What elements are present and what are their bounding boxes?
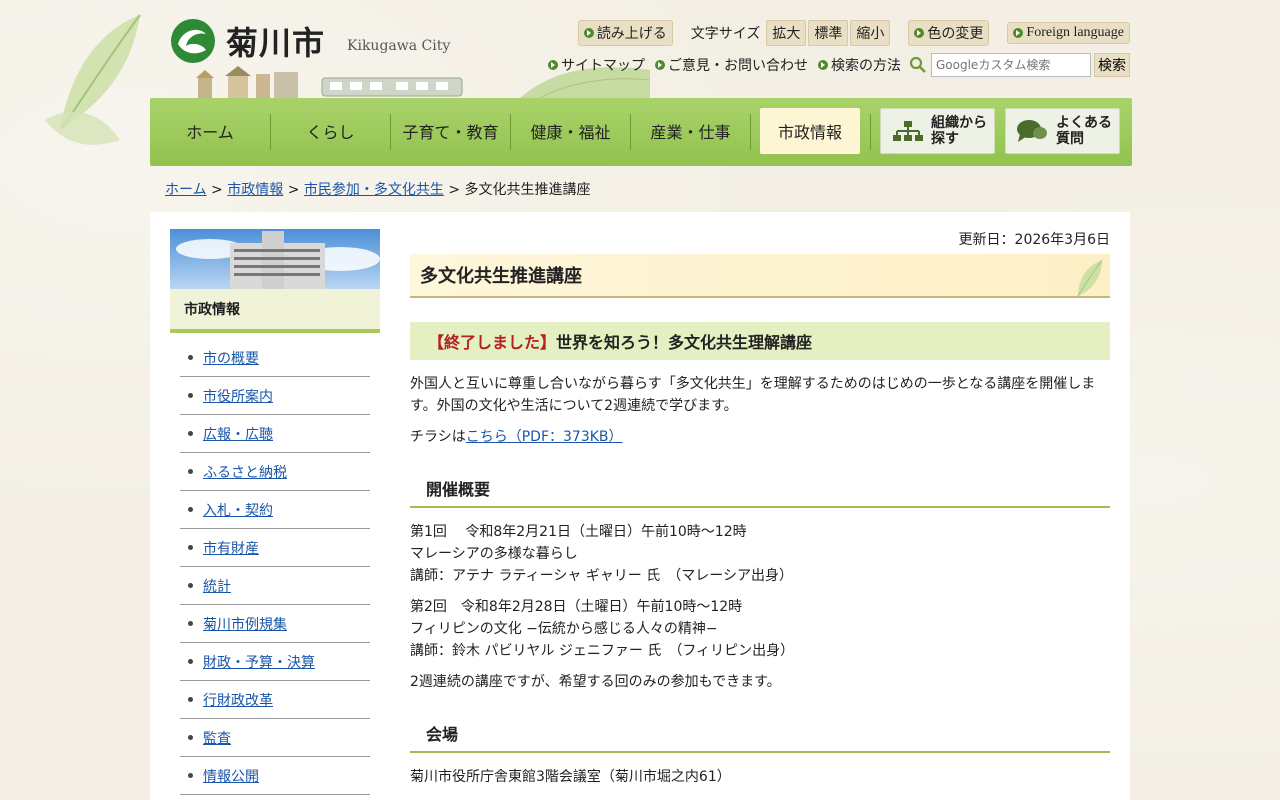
sidebar-link-property[interactable]: 市有財産 <box>203 538 259 558</box>
how-to-search-link[interactable]: 検索の方法 <box>818 55 901 75</box>
text-size-normal-button[interactable]: 標準 <box>808 20 849 46</box>
ended-label: 【終了しました】 <box>428 333 557 352</box>
session-2: 第2回 令和8年2月28日（土曜日）午前10時〜12時 フィリピンの文化 −伝統… <box>410 599 795 659</box>
nav-health-welfare[interactable]: 健康・福祉 <box>511 108 630 154</box>
text-size-label: 文字サイズ <box>690 26 761 42</box>
nav-industry-work[interactable]: 産業・仕事 <box>631 108 750 154</box>
org-search-button[interactable]: 組織から 探す <box>880 108 995 154</box>
site-header: 菊川市 Kikugawa City 読み上げる 文字サイズ 拡大 標準 縮小 色… <box>150 0 1130 98</box>
sidebar-link-reform[interactable]: 行財政改革 <box>203 690 273 710</box>
feedback-label: ご意見・お問い合わせ <box>668 58 808 74</box>
nav-home[interactable]: ホーム <box>150 108 270 154</box>
page-title-text: 多文化共生推進講座 <box>420 266 582 287</box>
updated-date: 更新日：2026年3月6日 <box>958 232 1110 248</box>
arrow-circle-icon <box>1013 28 1024 38</box>
sidebar-link-overview[interactable]: 市の概要 <box>203 348 259 368</box>
read-aloud-button[interactable]: 読み上げる <box>577 20 673 46</box>
arrow-circle-icon <box>583 28 594 38</box>
flyer-pdf-link[interactable]: こちら（PDF：373KB） <box>466 429 623 445</box>
sidebar-link-finance[interactable]: 財政・予算・決算 <box>203 652 315 672</box>
utility-toolbar: 読み上げる 文字サイズ 拡大 標準 縮小 色の変更 Foreign langua… <box>577 20 1130 46</box>
sidebar-link-city-hall[interactable]: 市役所案内 <box>203 386 273 406</box>
sidebar-link-statistics[interactable]: 統計 <box>203 576 231 596</box>
color-change-button[interactable]: 色の変更 <box>908 20 990 46</box>
sidebar-item: 菊川市例規集 <box>180 605 370 643</box>
utility-links: サイトマップ ご意見・お問い合わせ 検索の方法 検索 <box>538 53 1130 77</box>
nav-childcare-education[interactable]: 子育て・教育 <box>391 108 510 154</box>
leaf-decoration-icon <box>45 14 141 145</box>
sidebar-item: 広報・広聴 <box>180 415 370 453</box>
participation-note: 2週連続の講座ですが、希望する回のみの参加もできます。 <box>410 674 781 690</box>
sidebar-item: 市有財産 <box>180 529 370 567</box>
sidebar-item: 監査 <box>180 719 370 757</box>
sidebar-list: 市の概要 市役所案内 広報・広聴 ふるさと納税 入札・契約 市有財産 統計 菊川… <box>180 339 370 795</box>
session-1: 第1回 令和8年2月21日（土曜日）午前10時〜12時 マレーシアの多様な暮らし… <box>410 524 793 584</box>
search-icon <box>909 56 926 73</box>
venue-text: 菊川市役所庁舎東館3階会議室（菊川市堀之内61） <box>410 769 731 785</box>
arrow-circle-icon <box>818 60 828 70</box>
main-content: 更新日：2026年3月6日 多文化共生推進講座 【終了しました】 世界を知ろう！… <box>410 229 1110 788</box>
arrow-circle-icon <box>655 60 665 70</box>
page-title: 多文化共生推進講座 <box>410 254 1110 298</box>
foreign-language-button[interactable]: Foreign language <box>1007 22 1130 44</box>
sidebar-item: 行財政改革 <box>180 681 370 719</box>
sidebar-item: ふるさと納税 <box>180 453 370 491</box>
arrow-circle-icon <box>548 60 558 70</box>
feedback-link[interactable]: ご意見・お問い合わせ <box>655 55 808 75</box>
breadcrumb-participation[interactable]: 市民参加・多文化共生 <box>304 182 444 198</box>
org-chart-icon <box>893 121 923 141</box>
global-nav: ホーム くらし 子育て・教育 健康・福祉 産業・仕事 市政情報 組織から探す <box>150 98 1132 166</box>
nav-city-info[interactable]: 市政情報 <box>760 108 860 154</box>
city-hall-photo <box>170 229 380 289</box>
logo-text: 菊川市 <box>226 24 326 62</box>
sidebar-link-furusato[interactable]: ふるさと納税 <box>203 462 287 482</box>
breadcrumb-home[interactable]: ホーム <box>165 182 207 198</box>
breadcrumb: ホーム > 市政情報 > 市民参加・多文化共生 > 多文化共生推進講座 <box>165 182 591 198</box>
speech-bubble-icon <box>1017 120 1047 142</box>
search-button[interactable]: 検索 <box>1094 53 1130 77</box>
sidebar-link-disclosure[interactable]: 情報公開 <box>203 766 259 786</box>
faq-button[interactable]: よくある 質問 <box>1005 108 1120 154</box>
sidebar-link-audit[interactable]: 監査 <box>203 728 231 748</box>
city-emblem-icon <box>171 19 215 63</box>
content-panel: 市政情報 市の概要 市役所案内 広報・広聴 ふるさと納税 入札・契約 市有財産 … <box>150 212 1130 800</box>
sidebar-item: 情報公開 <box>180 757 370 795</box>
leaf-icon <box>1077 259 1103 297</box>
text-size-large-button[interactable]: 拡大 <box>766 20 807 46</box>
arrow-circle-icon <box>914 28 925 38</box>
site-logo[interactable]: 菊川市 Kikugawa City <box>168 16 450 66</box>
sidebar-heading: 市政情報 <box>170 289 380 333</box>
sidebar-item: 市の概要 <box>180 339 370 377</box>
foreign-language-label: Foreign language <box>1026 25 1124 40</box>
breadcrumb-city-info[interactable]: 市政情報 <box>227 182 283 198</box>
sidebar-item: 財政・予算・決算 <box>180 643 370 681</box>
overview-heading: 開催概要 <box>410 470 1110 508</box>
nav-living[interactable]: くらし <box>271 108 390 154</box>
sidebar: 市政情報 市の概要 市役所案内 広報・広聴 ふるさと納税 入札・契約 市有財産 … <box>170 229 380 795</box>
read-aloud-label: 読み上げる <box>596 26 667 42</box>
sitemap-label: サイトマップ <box>561 58 645 74</box>
sitemap-link[interactable]: サイトマップ <box>548 55 645 75</box>
intro-text: 外国人と互いに尊重し合いながら暮らす「多文化共生」を理解するためのはじめの一歩と… <box>410 376 1096 414</box>
org-search-label: 組織から 探す <box>931 115 987 147</box>
search-input[interactable] <box>931 53 1091 77</box>
flyer-line: チラシはこちら（PDF：373KB） <box>410 429 623 445</box>
faq-label: よくある 質問 <box>1056 115 1112 147</box>
sidebar-link-bidding[interactable]: 入札・契約 <box>203 500 273 520</box>
color-change-label: 色の変更 <box>927 26 984 42</box>
logo-english: Kikugawa City <box>347 38 451 54</box>
sidebar-link-ordinances[interactable]: 菊川市例規集 <box>203 614 287 634</box>
breadcrumb-current: 多文化共生推進講座 <box>464 182 591 198</box>
venue-heading: 会場 <box>410 715 1110 753</box>
sidebar-item: 入札・契約 <box>180 491 370 529</box>
sidebar-link-pr[interactable]: 広報・広聴 <box>203 424 273 444</box>
how-to-search-label: 検索の方法 <box>831 58 901 74</box>
section-heading: 【終了しました】 世界を知ろう！多文化共生理解講座 <box>410 322 1110 360</box>
section-title: 世界を知ろう！多文化共生理解講座 <box>556 333 813 352</box>
sidebar-item: 市役所案内 <box>180 377 370 415</box>
sidebar-item: 統計 <box>180 567 370 605</box>
text-size-small-button[interactable]: 縮小 <box>850 20 891 46</box>
